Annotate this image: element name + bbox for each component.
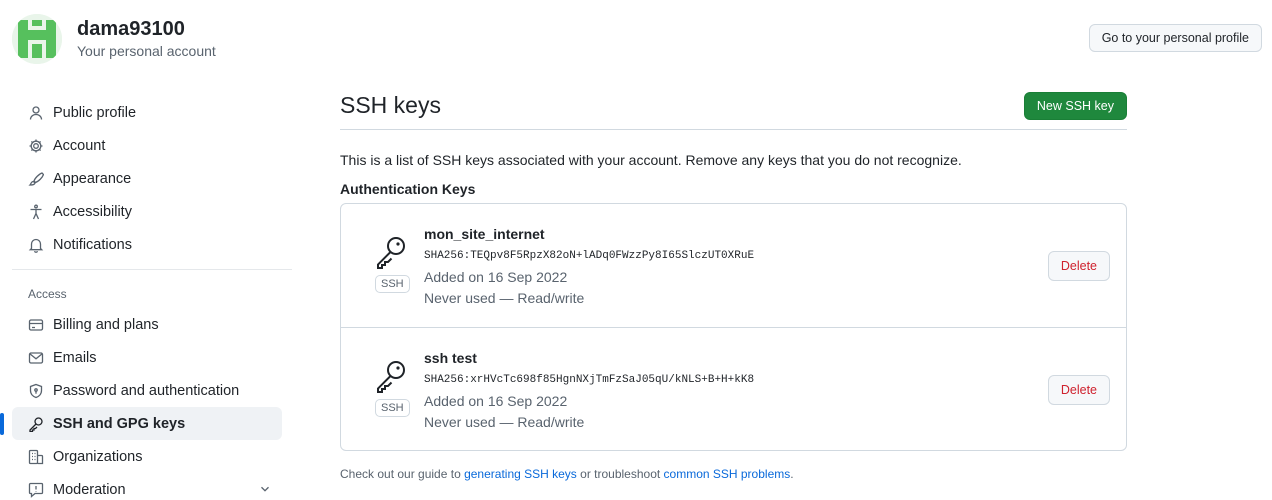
footer-text: or troubleshoot [576, 467, 664, 481]
sidebar-item-label: SSH and GPG keys [53, 415, 186, 432]
sidebar-item-label: Organizations [53, 448, 143, 465]
person-icon [28, 105, 44, 121]
report-icon [28, 482, 44, 498]
account-header: dama93100 Your personal account [12, 14, 216, 64]
page-title: SSH keys [340, 92, 441, 118]
sidebar-item-public-profile[interactable]: Public profile [12, 96, 282, 129]
credit-card-icon [28, 317, 44, 333]
key-title: ssh test [424, 350, 477, 366]
sidebar-item-label: Public profile [53, 104, 137, 121]
sidebar-item-label: Accessibility [53, 203, 132, 220]
section-heading-authentication-keys: Authentication Keys [340, 181, 476, 197]
common-ssh-problems-link[interactable]: common SSH problems [664, 467, 791, 481]
shield-lock-icon [28, 383, 44, 399]
ssh-badge: SSH [375, 399, 410, 417]
key-added-date: Added on 16 Sep 2022 [424, 269, 568, 285]
key-icon [28, 416, 44, 432]
delete-key-button[interactable]: Delete [1047, 251, 1110, 281]
avatar[interactable] [12, 14, 62, 64]
sidebar-item-organizations[interactable]: Organizations [12, 440, 282, 473]
sidebar-item-label: Password and authentication [53, 382, 240, 399]
sidebar-item-label: Notifications [53, 236, 132, 253]
sidebar-item-password-auth[interactable]: Password and authentication [12, 374, 282, 407]
organization-icon [28, 449, 44, 465]
ssh-keys-list: SSH mon_site_internet SHA256:TEQpv8F5Rpz… [340, 203, 1127, 451]
sidebar-item-label: Account [53, 137, 106, 154]
account-subtitle: Your personal account [77, 43, 216, 59]
footer-note: Check out our guide to generating SSH ke… [340, 467, 1127, 481]
ssh-key-row: SSH ssh test SHA256:xrHVcTc698f85HgnNXjT… [341, 327, 1126, 450]
sidebar-item-notifications[interactable]: Notifications [12, 228, 282, 261]
ssh-badge: SSH [375, 275, 410, 293]
key-usage: Never used — Read/write [424, 414, 585, 430]
accessibility-icon [28, 204, 44, 220]
footer-text: Check out our guide to [340, 467, 465, 481]
sidebar-item-emails[interactable]: Emails [12, 341, 282, 374]
account-username: dama93100 [77, 18, 185, 40]
generating-ssh-keys-link[interactable]: generating SSH keys [464, 467, 577, 481]
sidebar-section-access: Access [28, 287, 67, 301]
new-ssh-key-button[interactable]: New SSH key [1023, 91, 1127, 120]
key-title: mon_site_internet [424, 226, 545, 242]
key-fingerprint: SHA256:xrHVcTc698f85HgnNXjTmFzSaJ05qU/kN… [424, 374, 755, 386]
sidebar-item-account[interactable]: Account [12, 129, 282, 162]
sidebar-item-label: Moderation [53, 481, 126, 498]
chevron-down-icon[interactable] [258, 482, 272, 496]
key-fingerprint: SHA256:TEQpv8F5RpzX82oN+lADq0FWzzPy8I65S… [424, 250, 755, 262]
key-icon [377, 361, 405, 393]
sidebar-item-label: Appearance [53, 170, 132, 187]
mail-icon [28, 350, 44, 366]
sidebar-item-accessibility[interactable]: Accessibility [12, 195, 282, 228]
bell-icon [28, 237, 44, 253]
sidebar-item-ssh-gpg-keys[interactable]: SSH and GPG keys [0, 407, 282, 440]
sidebar-item-label: Billing and plans [53, 316, 159, 333]
page-header: SSH keys New SSH key [340, 90, 1127, 130]
paintbrush-icon [28, 171, 44, 187]
settings-sidebar: Public profile Account Appearance Access… [0, 96, 292, 500]
sidebar-item-appearance[interactable]: Appearance [12, 162, 282, 195]
main-content: SSH keys New SSH key This is a list of S… [340, 90, 1127, 481]
sidebar-item-billing[interactable]: Billing and plans [12, 308, 282, 341]
sidebar-item-moderation[interactable]: Moderation [12, 473, 282, 500]
gear-icon [28, 138, 44, 154]
sidebar-divider [12, 269, 292, 270]
key-usage: Never used — Read/write [424, 290, 585, 306]
key-icon [377, 237, 405, 269]
go-to-profile-button[interactable]: Go to your personal profile [1088, 24, 1262, 52]
footer-text: . [790, 467, 794, 481]
sidebar-item-label: Emails [53, 349, 97, 366]
delete-key-button[interactable]: Delete [1047, 375, 1110, 405]
ssh-key-row: SSH mon_site_internet SHA256:TEQpv8F5Rpz… [341, 204, 1126, 327]
page-description: This is a list of SSH keys associated wi… [340, 152, 962, 168]
key-added-date: Added on 16 Sep 2022 [424, 393, 568, 409]
